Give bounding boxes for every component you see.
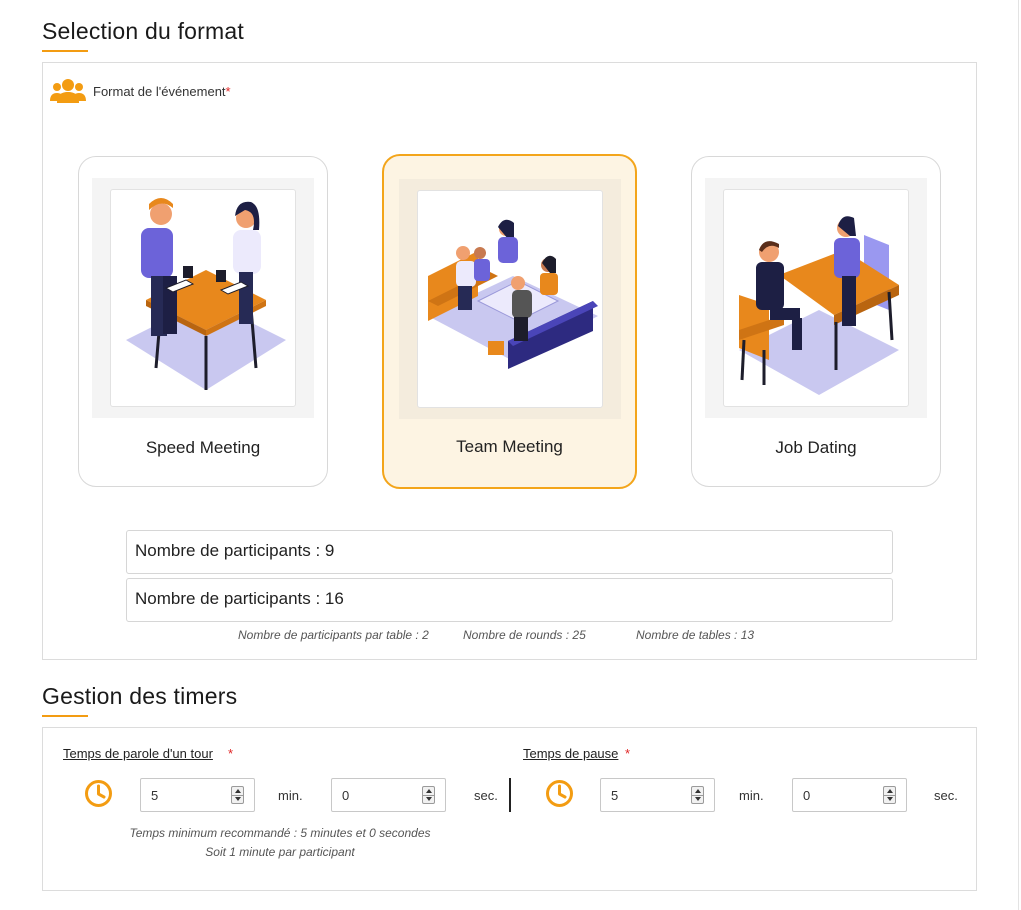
format-card-team-meeting[interactable]: Team Meeting [382, 154, 637, 489]
speed-meeting-illustration [110, 189, 296, 407]
pause-min-unit: min. [739, 788, 764, 803]
stat-rounds: Nombre de rounds : 25 [463, 628, 586, 642]
format-card-speed-meeting[interactable]: Speed Meeting [78, 156, 328, 487]
card-label: Team Meeting [456, 437, 563, 456]
talk-time-label: Temps de parole d'un tour [63, 746, 213, 761]
section-title-format: Selection du format [42, 18, 244, 52]
scrollbar-edge [1018, 0, 1019, 910]
users-group-icon [50, 79, 86, 103]
talk-minutes-input[interactable]: 5 [140, 778, 255, 812]
participants-option-16[interactable]: Nombre de participants : 16 [126, 578, 893, 622]
job-dating-illustration [723, 189, 909, 407]
team-meeting-illustration [417, 190, 603, 408]
talk-minutes-stepper[interactable] [231, 786, 244, 804]
talk-seconds-stepper[interactable] [422, 786, 435, 804]
card-label: Speed Meeting [145, 438, 261, 457]
pause-sec-unit: sec. [934, 788, 958, 803]
pause-minutes-stepper[interactable] [691, 786, 704, 804]
pause-minutes-input[interactable]: 5 [600, 778, 715, 812]
pause-time-label: Temps de pause [523, 746, 619, 761]
card-image-frame [92, 178, 314, 418]
format-field-label: Format de l'événement * [50, 78, 231, 104]
stat-participants-per-table: Nombre de participants par table : 2 [238, 628, 429, 642]
pause-time-required-mark: * [625, 746, 631, 761]
card-label: Job Dating [775, 438, 857, 457]
talk-time-required-mark: * [228, 746, 234, 761]
clock-icon [546, 780, 573, 807]
timers-divider [509, 778, 511, 812]
clock-icon [85, 780, 112, 807]
talk-seconds-input[interactable]: 0 [331, 778, 446, 812]
talk-min-unit: min. [278, 788, 303, 803]
pause-seconds-stepper[interactable] [883, 786, 896, 804]
card-image-frame [705, 178, 927, 418]
participants-option-9[interactable]: Nombre de participants : 9 [126, 530, 893, 574]
format-card-job-dating[interactable]: Job Dating [691, 156, 941, 487]
per-participant-hint: Soit 1 minute par participant [205, 845, 355, 859]
stat-tables: Nombre de tables : 13 [636, 628, 755, 642]
pause-seconds-input[interactable]: 0 [792, 778, 907, 812]
talk-sec-unit: sec. [474, 788, 498, 803]
recommended-time-hint: Temps minimum recommandé : 5 minutes et … [129, 826, 431, 840]
section-title-timers: Gestion des timers [42, 683, 237, 717]
card-image-frame [399, 179, 621, 419]
